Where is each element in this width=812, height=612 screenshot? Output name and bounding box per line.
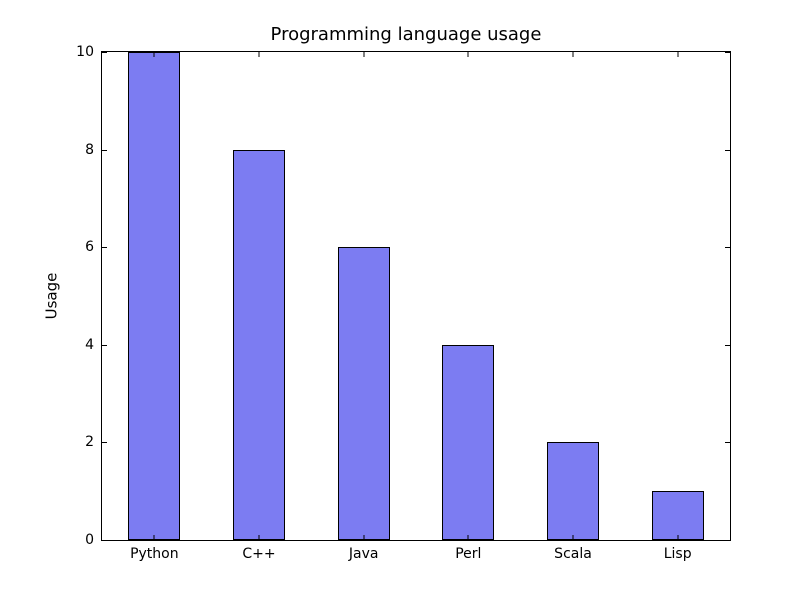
y-axis-label: Usage xyxy=(42,51,60,541)
xtick-label: Scala xyxy=(554,540,592,562)
chart-figure: Programming language usage Usage 0246810… xyxy=(0,0,812,612)
ytick-label: 4 xyxy=(85,337,102,353)
bar-c- xyxy=(233,150,285,540)
ytick-label: 8 xyxy=(85,142,102,158)
xtick-label: Lisp xyxy=(664,540,692,562)
bar-java xyxy=(338,247,390,540)
xtick-label: Java xyxy=(349,540,379,562)
bar-perl xyxy=(442,345,494,540)
ytick-mark xyxy=(725,345,731,346)
xtick-label: Python xyxy=(130,540,179,562)
bar-lisp xyxy=(652,491,704,540)
ytick-label: 10 xyxy=(76,44,102,60)
ytick-mark xyxy=(725,442,731,443)
xtick-mark xyxy=(677,51,678,57)
xtick-mark xyxy=(259,51,260,57)
ytick-mark xyxy=(725,540,731,541)
plot-area: 0246810PythonC++JavaPerlScalaLisp xyxy=(101,51,731,541)
xtick-mark xyxy=(363,51,364,57)
ytick-label: 0 xyxy=(85,532,102,548)
chart-title: Programming language usage xyxy=(0,24,812,45)
bar-scala xyxy=(547,442,599,540)
xtick-mark xyxy=(573,51,574,57)
xtick-label: C++ xyxy=(242,540,275,562)
ytick-mark xyxy=(725,150,731,151)
ytick-label: 2 xyxy=(85,434,102,450)
ytick-label: 6 xyxy=(85,239,102,255)
ytick-mark xyxy=(725,52,731,53)
ytick-mark xyxy=(725,247,731,248)
xtick-label: Perl xyxy=(455,540,481,562)
bar-python xyxy=(128,52,180,540)
xtick-mark xyxy=(154,51,155,57)
xtick-mark xyxy=(468,51,469,57)
